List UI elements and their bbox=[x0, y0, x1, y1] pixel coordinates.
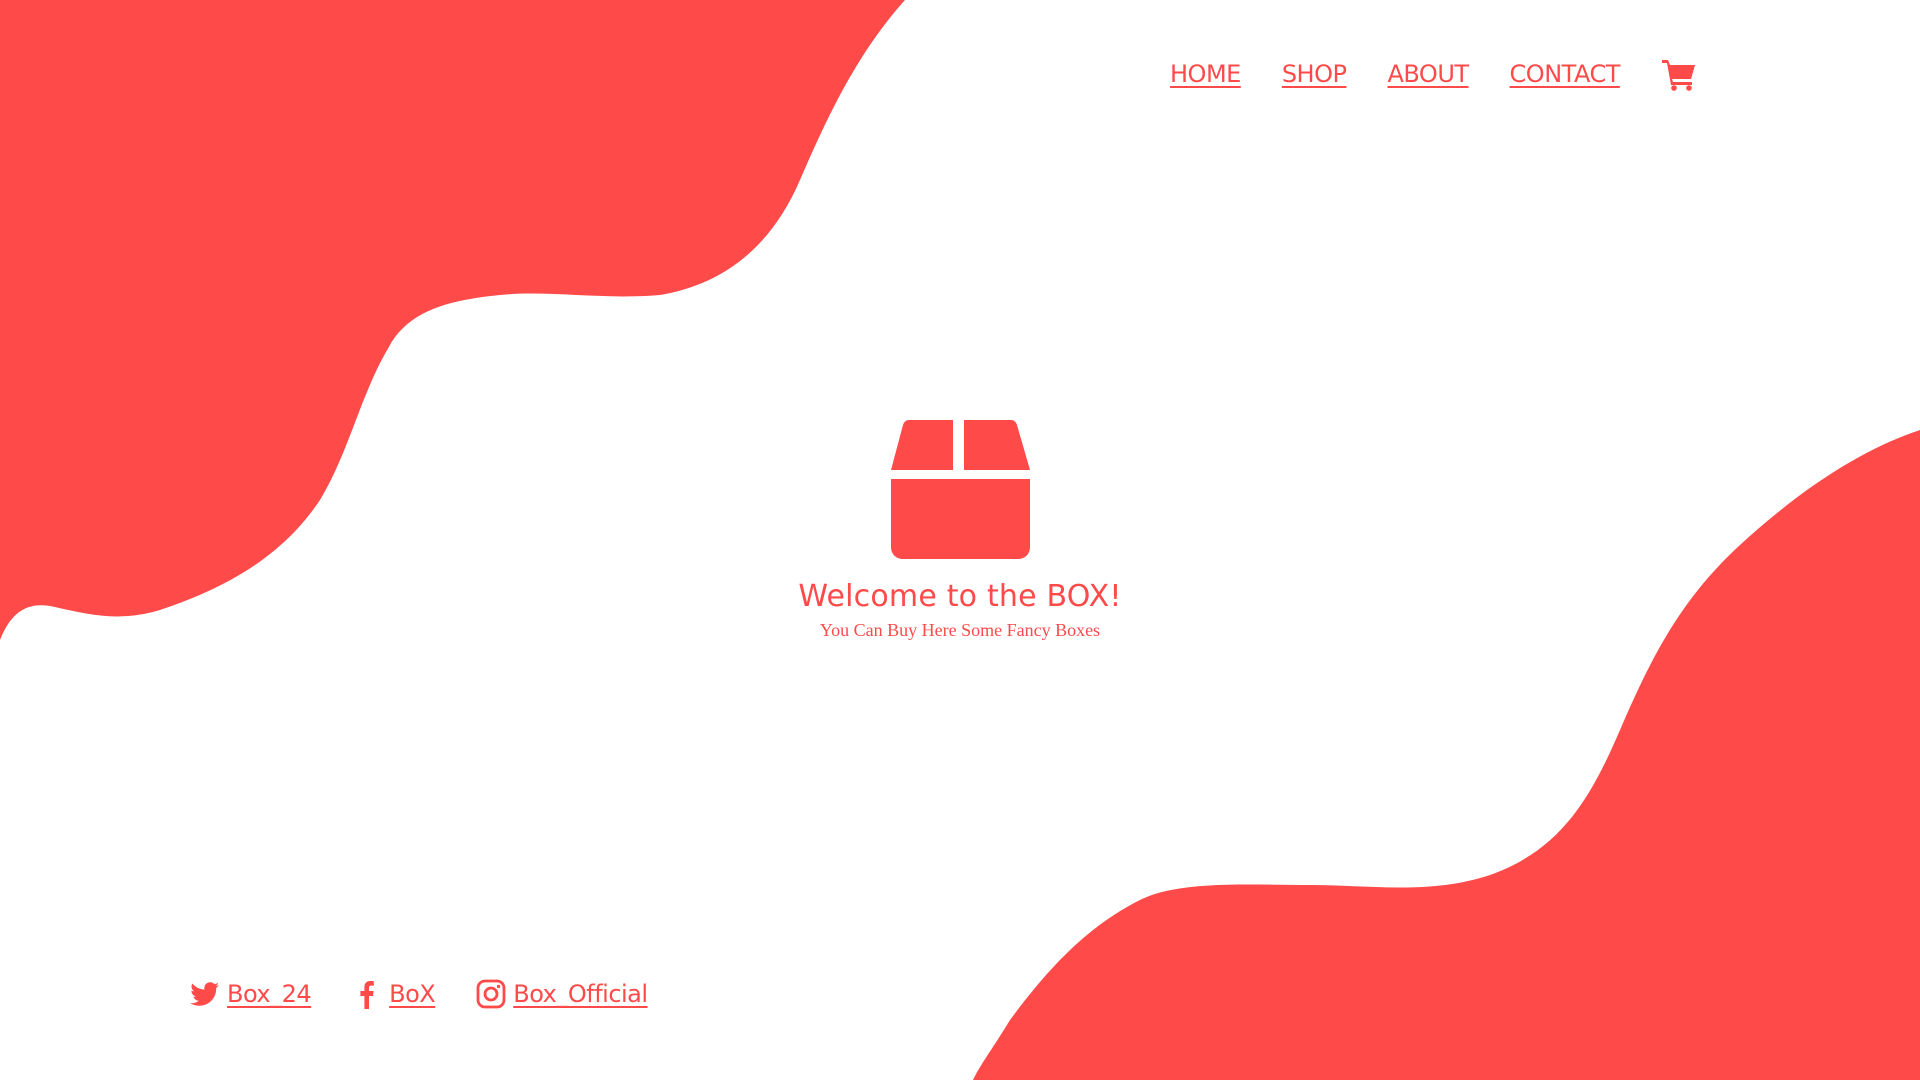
social-facebook-label: BoX bbox=[389, 980, 436, 1008]
social-twitter-link[interactable]: Box_24 bbox=[189, 978, 312, 1010]
instagram-icon bbox=[476, 979, 506, 1009]
nav-contact-link[interactable]: CONTACT bbox=[1510, 60, 1621, 88]
main-nav: HOME SHOP ABOUT CONTACT bbox=[1170, 56, 1697, 92]
social-instagram-link[interactable]: Box_Official bbox=[475, 978, 648, 1010]
social-facebook-link[interactable]: BoX bbox=[351, 978, 436, 1010]
nav-about-link[interactable]: ABOUT bbox=[1387, 60, 1469, 88]
hero-section: Welcome to the BOX! You Can Buy Here Som… bbox=[760, 415, 1160, 641]
shopping-cart-icon[interactable] bbox=[1661, 56, 1697, 92]
nav-home-link[interactable]: HOME bbox=[1170, 60, 1241, 88]
hero-subtitle: You Can Buy Here Some Fancy Boxes bbox=[819, 620, 1101, 640]
social-twitter-label: Box_24 bbox=[227, 980, 312, 1008]
social-instagram-label: Box_Official bbox=[513, 980, 648, 1008]
landing-page: HOME SHOP ABOUT CONTACT Welcome to the B… bbox=[0, 0, 1920, 1080]
twitter-icon bbox=[190, 982, 219, 1006]
social-links: Box_24 BoX Box_Official bbox=[189, 978, 688, 1010]
facebook-icon bbox=[360, 981, 374, 1009]
box-icon bbox=[891, 420, 1030, 559]
hero-title: Welcome to the BOX! bbox=[798, 579, 1122, 614]
nav-shop-link[interactable]: SHOP bbox=[1282, 60, 1347, 88]
